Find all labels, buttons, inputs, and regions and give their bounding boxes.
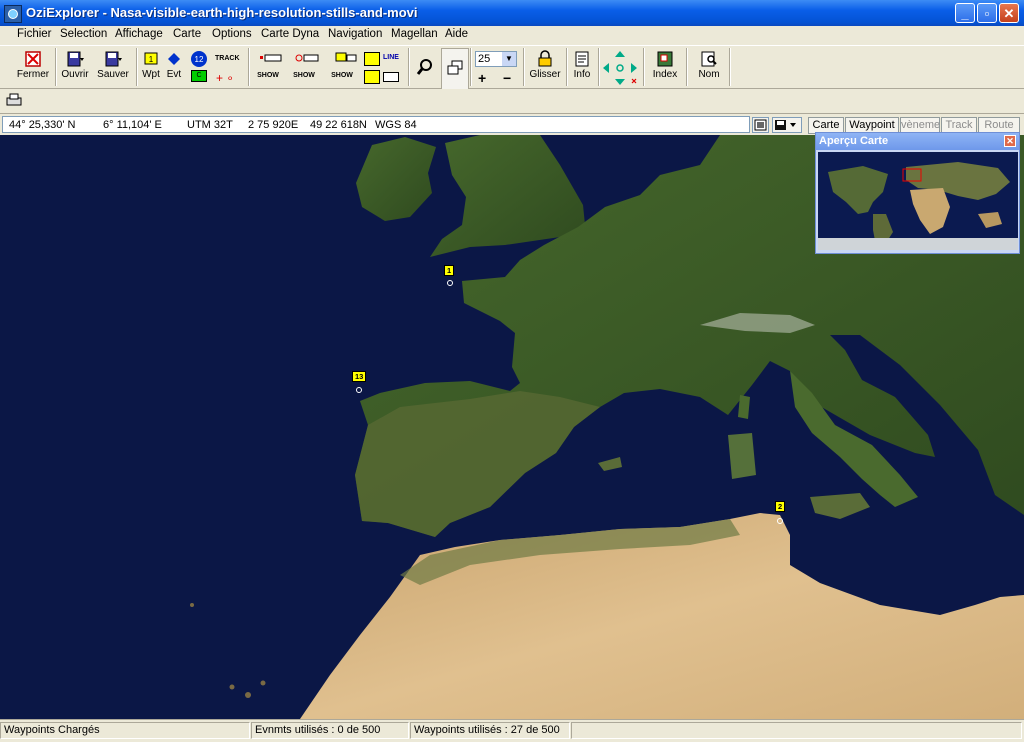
longitude-readout: 6° 11,104' E — [103, 119, 162, 131]
waypoint-marker[interactable] — [777, 518, 783, 524]
window-title: OziExplorer - Nasa-visible-earth-high-re… — [26, 5, 418, 20]
waypoint-label[interactable]: 13 — [352, 371, 367, 382]
chevron-down-icon[interactable]: ▼ — [502, 52, 516, 66]
northing-readout: 49 22 618N — [310, 119, 367, 131]
diamond-event-icon — [165, 50, 183, 68]
distance-icon — [364, 70, 380, 84]
menu-aide[interactable]: Aide — [445, 28, 468, 40]
waypoint-list-icon — [259, 50, 282, 68]
fermer-button[interactable]: Fermer — [14, 48, 52, 88]
show-waypoints-button[interactable]: SHOW — [252, 48, 284, 88]
menu-affichage[interactable]: Affichage — [115, 28, 163, 40]
zoom-select[interactable]: 25 ▼ — [475, 51, 517, 67]
window-zoom-button[interactable] — [441, 48, 469, 90]
save-dropdown-icon[interactable] — [772, 117, 802, 133]
measure-icon — [383, 72, 399, 82]
waypoint-flag-icon: 1 — [142, 50, 160, 68]
show-routes-button[interactable]: SHOW — [327, 48, 357, 88]
line-tool-button[interactable]: LINE — [361, 48, 403, 88]
svg-text:12: 12 — [195, 55, 204, 64]
menu-navigation[interactable]: Navigation — [328, 28, 382, 40]
save-disk-icon — [104, 50, 122, 68]
status-waypoints-used: Waypoints utilisés : 27 de 500 — [410, 722, 570, 739]
route-circle-icon: 12 — [190, 50, 208, 68]
secondary-toolbar — [0, 89, 1024, 113]
zoom-in-icon[interactable]: + — [478, 70, 486, 86]
printer-icon[interactable] — [6, 93, 22, 107]
toolbar-separator — [643, 48, 645, 86]
status-loaded: Waypoints Chargés — [0, 722, 250, 739]
toolbar-separator — [729, 48, 731, 86]
maximize-button[interactable]: ▫ — [977, 3, 997, 23]
datum-readout: WGS 84 — [375, 119, 417, 131]
route-number-button[interactable]: 12 C — [188, 48, 210, 88]
waypoint-tool-button[interactable]: 1 Wpt — [140, 48, 162, 88]
windows-icon — [446, 59, 464, 77]
menu-carte-dyna[interactable]: Carte Dyna — [261, 28, 319, 40]
waypoint-label[interactable]: 1 — [444, 265, 455, 276]
lock-icon — [536, 50, 554, 68]
waypoint-marker[interactable] — [356, 387, 362, 393]
overview-title-bar[interactable]: Aperçu Carte ✕ — [816, 133, 1019, 150]
map-view-icon[interactable] — [752, 117, 769, 133]
waypoint-label[interactable]: 2 — [775, 501, 786, 512]
overview-window[interactable]: Aperçu Carte ✕ — [815, 132, 1020, 254]
info-document-icon — [573, 50, 591, 68]
track-tool-button[interactable]: TRACK + ∘ — [213, 48, 243, 88]
toolbar-separator — [136, 48, 138, 86]
map-index-icon — [656, 50, 674, 68]
zoom-out-icon[interactable]: − — [503, 70, 511, 86]
menu-bar: Fichier Selection Affichage Carte Option… — [0, 26, 1024, 44]
app-globe-icon[interactable] — [4, 5, 22, 23]
plus-icon: + ∘ — [216, 71, 234, 85]
index-button[interactable]: Index — [647, 48, 683, 88]
menu-options[interactable]: Options — [212, 28, 252, 40]
pan-arrows-control[interactable] — [601, 48, 639, 88]
svg-text:1: 1 — [149, 55, 154, 64]
toolbar-separator — [470, 48, 472, 86]
overview-close-icon[interactable]: ✕ — [1004, 135, 1016, 147]
menu-magellan[interactable]: Magellan — [391, 28, 438, 40]
status-events-used: Evnmts utilisés : 0 de 500 — [251, 722, 409, 739]
menu-selection[interactable]: Selection — [60, 28, 107, 40]
menu-carte[interactable]: Carte — [173, 28, 201, 40]
toolbar-separator — [686, 48, 688, 86]
info-button[interactable]: Info — [569, 48, 595, 88]
open-disk-icon — [66, 50, 84, 68]
glisser-button[interactable]: Glisser — [527, 48, 563, 88]
nom-button[interactable]: Nom — [693, 48, 725, 88]
close-button[interactable]: ✕ — [999, 3, 1019, 23]
status-empty-panel — [571, 722, 1022, 739]
title-bar: OziExplorer - Nasa-visible-earth-high-re… — [0, 0, 1024, 26]
latitude-readout: 44° 25,330' N — [9, 119, 76, 131]
toolbar-separator — [408, 48, 410, 86]
status-bar: Waypoints Chargés Evnmts utilisés : 0 de… — [0, 719, 1024, 742]
cursor-position-readout: 44° 25,330' N 6° 11,104' E UTM 32T 2 75 … — [2, 116, 750, 133]
route-list-icon — [333, 50, 357, 68]
event-list-icon — [295, 50, 319, 68]
ouvrir-button[interactable]: Ouvrir — [59, 48, 91, 88]
minimize-button[interactable]: _ — [955, 3, 975, 23]
show-events-button[interactable]: SHOW — [288, 48, 320, 88]
close-map-icon — [24, 50, 42, 68]
menu-fichier[interactable]: Fichier — [17, 28, 52, 40]
grid-icon — [364, 52, 380, 66]
main-toolbar: Fermer Ouvrir Sauver 1 Wpt Evt 12 C TRAC… — [0, 45, 1024, 90]
toolbar-separator — [598, 48, 600, 86]
zoom-tool-button[interactable] — [412, 48, 438, 88]
sauver-button[interactable]: Sauver — [95, 48, 131, 88]
overview-world-map[interactable] — [818, 152, 1018, 250]
pan-arrows-icon — [603, 51, 637, 85]
event-tool-button[interactable]: Evt — [164, 48, 184, 88]
magnifier-icon — [416, 58, 434, 76]
utm-zone-readout: UTM 32T — [187, 119, 233, 131]
toolbar-separator — [248, 48, 250, 86]
name-search-icon — [700, 50, 718, 68]
toolbar-separator — [566, 48, 568, 86]
waypoint-marker[interactable] — [447, 280, 453, 286]
toolbar-separator — [55, 48, 57, 86]
toolbar-separator — [523, 48, 525, 86]
green-c-icon: C — [191, 70, 207, 82]
easting-readout: 2 75 920E — [248, 119, 299, 131]
